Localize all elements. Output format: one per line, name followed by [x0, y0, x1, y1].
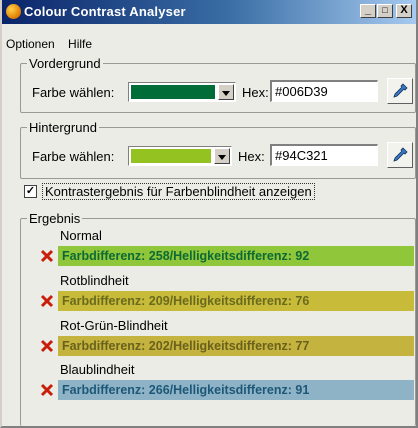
result-bar-rotblindheit: Farbdifferenz: 209/Helligkeitsdifferenz:… — [58, 291, 414, 311]
app-logo-icon — [6, 4, 21, 19]
eyedropper-icon — [393, 83, 408, 98]
result-bar-normal: Farbdifferenz: 258/Helligkeitsdifferenz:… — [58, 246, 414, 266]
background-color-label: Farbe wählen: — [32, 149, 115, 164]
foreground-eyedropper-button[interactable] — [387, 78, 413, 104]
results-legend: Ergebnis — [27, 211, 83, 226]
chevron-down-icon[interactable] — [218, 84, 234, 100]
menu-optionen[interactable]: Optionen — [6, 37, 55, 51]
foreground-legend: Vordergrund — [27, 56, 103, 71]
result-bar-blaublindheit: Farbdifferenz: 266/Helligkeitsdifferenz:… — [58, 380, 414, 400]
checkmark-icon: ✓ — [25, 185, 36, 197]
window-title: Colour Contrast Analyser — [24, 4, 186, 19]
background-legend: Hintergrund — [27, 120, 99, 135]
eyedropper-icon — [393, 147, 408, 162]
menu-hilfe[interactable]: Hilfe — [68, 37, 92, 51]
background-hex-input[interactable]: #94C321 — [270, 144, 378, 166]
fail-x-icon — [40, 339, 54, 353]
background-hex-label: Hex: — [238, 149, 265, 164]
result-name-rotblindheit: Rotblindheit — [60, 273, 129, 288]
foreground-color-label: Farbe wählen: — [32, 85, 115, 100]
background-color-select[interactable] — [128, 146, 232, 166]
result-name-blaublindheit: Blaublindheit — [60, 362, 135, 377]
background-eyedropper-button[interactable] — [387, 142, 413, 168]
foreground-color-select[interactable] — [128, 82, 236, 102]
title-bar[interactable]: Colour Contrast Analyser _ □ X — [2, 0, 416, 24]
result-name-rot-gruen-blindheit: Rot-Grün-Blindheit — [60, 318, 168, 333]
background-color-swatch — [131, 149, 211, 163]
result-bar-rot-gruen-blindheit: Farbdifferenz: 202/Helligkeitsdifferenz:… — [58, 336, 414, 356]
foreground-hex-label: Hex: — [242, 85, 269, 100]
maximize-button[interactable]: □ — [377, 4, 393, 18]
chevron-down-icon[interactable] — [214, 148, 230, 164]
menu-bar: Optionen Hilfe — [6, 37, 102, 55]
foreground-color-swatch — [131, 85, 215, 99]
foreground-hex-input[interactable]: #006D39 — [270, 80, 378, 102]
fail-x-icon — [40, 383, 54, 397]
result-name-normal: Normal — [60, 228, 102, 243]
fail-x-icon — [40, 294, 54, 308]
fail-x-icon — [40, 249, 54, 263]
app-window: Colour Contrast Analyser _ □ X Optionen … — [0, 0, 418, 428]
colorblind-checkbox[interactable]: ✓ — [24, 185, 37, 198]
minimize-button[interactable]: _ — [360, 4, 376, 18]
close-button[interactable]: X — [396, 4, 412, 18]
colorblind-checkbox-label[interactable]: Kontrastergebnis für Farbenblindheit anz… — [42, 183, 315, 200]
